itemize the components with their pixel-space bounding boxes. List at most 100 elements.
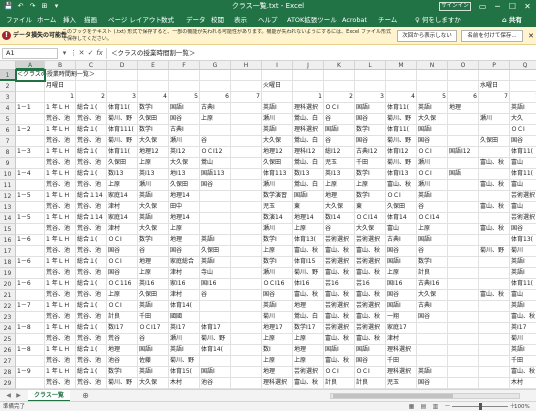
dont-show-again-button[interactable]: 次回から表示しない [397,30,457,42]
cell-d17[interactable]: 国谷 [107,246,138,257]
cell-k23[interactable]: 富山、秋 [324,312,355,323]
cell-q2[interactable] [510,81,536,92]
cell-d1[interactable] [107,70,138,81]
cell-o26[interactable] [448,345,479,356]
row-header-6[interactable]: 6 [0,125,16,136]
cell-o25[interactable] [448,334,479,345]
cell-h17[interactable] [231,246,262,257]
cell-d22[interactable]: ＯＣⅠ [107,301,138,312]
cell-a13[interactable] [16,202,45,213]
cell-m17[interactable]: 国谷 [386,246,417,257]
cell-h11[interactable] [231,180,262,191]
cell-o7[interactable] [448,136,479,147]
cell-n24[interactable] [417,323,448,334]
cell-l11[interactable]: 上原 [355,180,386,191]
cell-a18[interactable]: 1－6 [16,257,45,268]
tab-atok-tools[interactable]: ATOK拡張ツール [287,13,337,27]
cell-a27[interactable] [16,356,45,367]
cell-q24[interactable]: 英Ⅰ17 [510,323,536,334]
cell-e20[interactable]: 英Ⅰ16 [138,279,169,290]
cell-b5[interactable]: 荒谷、池 [45,114,76,125]
cell-q3[interactable]: 1 [510,92,536,103]
cell-a9[interactable] [16,158,45,169]
cell-a3[interactable] [16,92,45,103]
cell-i20[interactable]: ＯＣⅠ16 [262,279,293,290]
cell-j14[interactable]: 地理14 [293,213,324,224]
cell-g5[interactable]: 上原 [200,114,231,125]
cell-g28[interactable]: 国語Ⅰ [200,367,231,378]
cell-g17[interactable]: 久保田 [200,246,231,257]
cell-e19[interactable]: 上原 [138,268,169,279]
cell-h3[interactable]: 7 [231,92,262,103]
cell-h14[interactable] [231,213,262,224]
cell-q11[interactable]: 富山 [510,180,536,191]
save-as-button[interactable]: 名前を付けて保存... [461,30,523,42]
row-header-2[interactable]: 2 [0,81,16,92]
cell-b10[interactable]: 1 年ＬＨ [45,169,76,180]
cell-d9[interactable]: 久保田 [107,158,138,169]
cell-o13[interactable] [448,202,479,213]
cell-j3[interactable]: 1 [293,92,324,103]
cell-a23[interactable] [16,312,45,323]
cell-g25[interactable]: 菊川、野 [200,334,231,345]
cell-d18[interactable]: ＯＣⅠ [107,257,138,268]
cell-p18[interactable] [479,257,510,268]
cell-f27[interactable]: 菊川、野 [169,356,200,367]
cell-g12[interactable] [200,191,231,202]
row-header-9[interactable]: 9 [0,158,16,169]
tab-team[interactable]: チーム [378,13,397,27]
cell-l2[interactable] [355,81,386,92]
cell-g15[interactable] [200,224,231,235]
row-header-24[interactable]: 24 [0,323,16,334]
cell-o20[interactable] [448,279,479,290]
share-button[interactable]: ⌂ 共有 [502,13,522,27]
cell-e18[interactable]: 地理 [138,257,169,268]
cell-b4[interactable]: 1 年ＬＨ [45,103,76,114]
cell-c3[interactable]: 2 [76,92,107,103]
cell-b11[interactable]: 荒谷、池 [45,180,76,191]
row-header-10[interactable]: 10 [0,169,16,180]
cell-o15[interactable] [448,224,479,235]
cell-h2[interactable] [231,81,262,92]
cell-i16[interactable]: 数学Ⅰ [262,235,293,246]
cell-l20[interactable]: 芸16 [355,279,386,290]
formula-input[interactable]: ＜クラスの授業時間割一覧＞ [106,48,534,59]
cell-f1[interactable] [169,70,200,81]
cell-p17[interactable]: 菊川、野 [479,246,510,257]
signin-button[interactable]: サインイン [439,2,471,11]
cell-b22[interactable]: 1 年ＬＨ [45,301,76,312]
cell-f26[interactable]: 英語Ⅰ [169,345,200,356]
column-header-i[interactable]: I [262,61,293,70]
maximize-icon[interactable]: ☐ [505,0,520,13]
cell-g10[interactable]: 国語113 [200,169,231,180]
cell-j19[interactable]: 菊川、野 [293,268,324,279]
cell-l3[interactable]: 3 [355,92,386,103]
row-header-5[interactable]: 5 [0,114,16,125]
cell-j5[interactable]: 鶯山、白 [293,114,324,125]
tab-view[interactable]: 表示 [234,13,247,27]
cell-g29[interactable]: 池谷 [200,378,231,389]
cell-d28[interactable]: 数学Ⅰ [107,367,138,378]
cell-h10[interactable] [231,169,262,180]
cell-c20[interactable]: 総合１( [76,279,107,290]
row-header-11[interactable]: 11 [0,180,16,191]
cell-e1[interactable] [138,70,169,81]
close-message-icon[interactable]: ✕ [526,27,536,45]
cell-c17[interactable]: 荒谷、池 [76,246,107,257]
cell-p8[interactable] [479,147,510,158]
cell-d3[interactable]: 3 [107,92,138,103]
cell-p2[interactable]: 水曜日 [479,81,510,92]
cell-p22[interactable] [479,301,510,312]
cell-f7[interactable]: 瀬川 [169,136,200,147]
cell-e17[interactable]: 谷 [138,246,169,257]
cell-f22[interactable]: 体育14( [169,301,200,312]
ribbon-display-options-icon[interactable]: ▭ [475,0,490,13]
cell-k12[interactable]: 地理 [324,191,355,202]
cell-g7[interactable]: 谷 [200,136,231,147]
cell-n19[interactable]: 計良 [417,268,448,279]
cell-b24[interactable]: 1 年ＬＨ [45,323,76,334]
cell-d10[interactable]: 数Ⅰ13 [107,169,138,180]
cell-d4[interactable]: 体育11( [107,103,138,114]
cell-q14[interactable]: 芸術選択 [510,213,536,224]
cell-c8[interactable]: 総合１( [76,147,107,158]
